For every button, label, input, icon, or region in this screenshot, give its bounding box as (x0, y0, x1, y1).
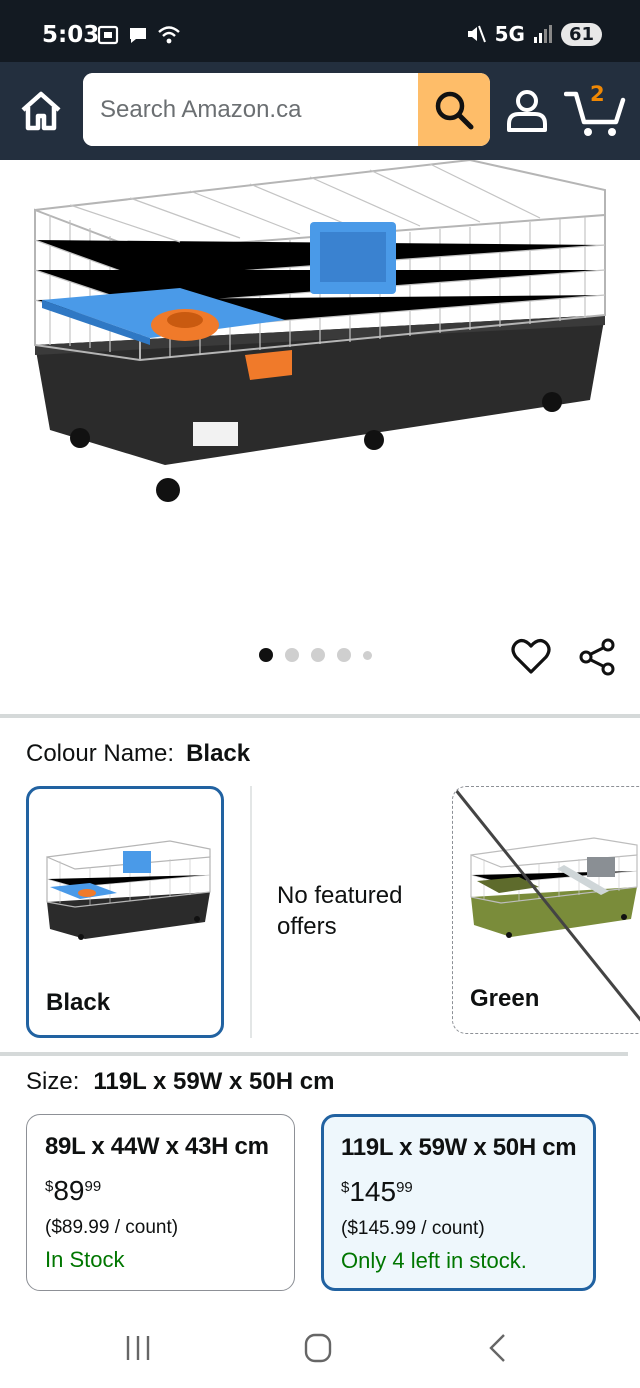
unit-price: ($145.99 / count) (341, 1218, 485, 1239)
signal-icon (533, 25, 552, 43)
colour-option-label: Black (46, 989, 111, 1016)
back-icon (489, 1334, 505, 1362)
colour-label-key: Colour Name: (26, 740, 175, 767)
price-symbol: $ (341, 1179, 350, 1196)
wifi-icon (158, 26, 180, 44)
carousel-dot[interactable] (363, 650, 372, 660)
status-notification-icons (97, 24, 181, 46)
colour-option-black[interactable]: Black (26, 786, 224, 1038)
size-option-price: $145 99 (341, 1176, 593, 1208)
colour-option-label: Green (470, 985, 540, 1012)
app-header: 2 (0, 62, 640, 160)
size-label: Size: 119L x 59W x 50H cm (26, 1068, 334, 1096)
size-option-title: 89L x 44W x 43H cm (45, 1133, 269, 1160)
price-whole: 145 (349, 1176, 397, 1207)
system-nav-bar (0, 1300, 640, 1388)
size-option-89l[interactable]: 89L x 44W x 43H cm $89 99 ($89.99 / count… (26, 1114, 295, 1291)
search-button[interactable] (418, 73, 490, 146)
stock-status: In Stock (45, 1247, 125, 1272)
carousel-dot[interactable] (285, 648, 299, 662)
search-icon (435, 91, 474, 129)
home-nav-icon (304, 1333, 332, 1363)
size-option-price: $89 99 (45, 1175, 294, 1207)
cart-button[interactable]: 2 (564, 80, 626, 140)
stock-status: Only 4 left in stock. (341, 1248, 527, 1273)
status-system-icons: 5G 61 (465, 22, 602, 46)
section-divider (0, 714, 640, 718)
price-symbol: $ (45, 1178, 54, 1195)
back-nav-button[interactable] (478, 1330, 518, 1366)
cage-illustration (34, 158, 606, 502)
account-icon (507, 90, 547, 132)
account-button[interactable] (503, 86, 551, 134)
image-carousel-dots[interactable] (259, 648, 372, 662)
share-button[interactable] (577, 637, 617, 677)
size-option-title: 119L x 59W x 50H cm (341, 1134, 577, 1161)
network-type: 5G (494, 22, 525, 46)
share-icon (579, 638, 615, 676)
size-option-119l[interactable]: 119L x 59W x 50H cm $145 99 ($145.99 / co… (321, 1114, 596, 1291)
battery-level: 61 (560, 22, 602, 46)
colour-option-green[interactable]: Green (452, 786, 640, 1034)
no-featured-offers-text: No featured offers (277, 882, 403, 940)
status-bar: 5:03 5G 61 (0, 0, 640, 62)
add-to-wishlist-button[interactable] (510, 635, 552, 677)
price-whole: 89 (53, 1175, 85, 1206)
chat-icon (130, 28, 146, 43)
unit-price: ($89.99 / count) (45, 1217, 179, 1238)
mute-icon (467, 25, 486, 43)
section-divider (0, 1052, 628, 1056)
home-icon (21, 91, 61, 131)
status-time: 5:03 (42, 22, 100, 48)
home-button[interactable] (18, 88, 64, 134)
size-label-key: Size: (26, 1068, 80, 1095)
price-fraction: 99 (84, 1178, 102, 1195)
colour-name-label: Colour Name: Black (26, 740, 250, 768)
product-image[interactable] (30, 158, 610, 510)
size-selected-value: 119L x 59W x 50H cm (93, 1068, 335, 1095)
heart-icon (511, 639, 551, 674)
recent-apps-icon (126, 1336, 150, 1360)
carousel-dot[interactable] (259, 648, 273, 662)
cage-thumbnail (46, 840, 211, 940)
recent-apps-button[interactable] (118, 1330, 158, 1366)
swatch-separator (250, 786, 252, 1038)
screenshot-icon (97, 25, 119, 45)
carousel-dot[interactable] (337, 648, 351, 662)
search-box (83, 73, 490, 146)
colour-selected-value: Black (186, 740, 251, 767)
price-fraction: 99 (396, 1179, 413, 1196)
carousel-dot[interactable] (311, 648, 325, 662)
cart-count: 2 (590, 82, 605, 106)
search-input[interactable] (83, 73, 418, 146)
home-nav-button[interactable] (298, 1330, 338, 1366)
